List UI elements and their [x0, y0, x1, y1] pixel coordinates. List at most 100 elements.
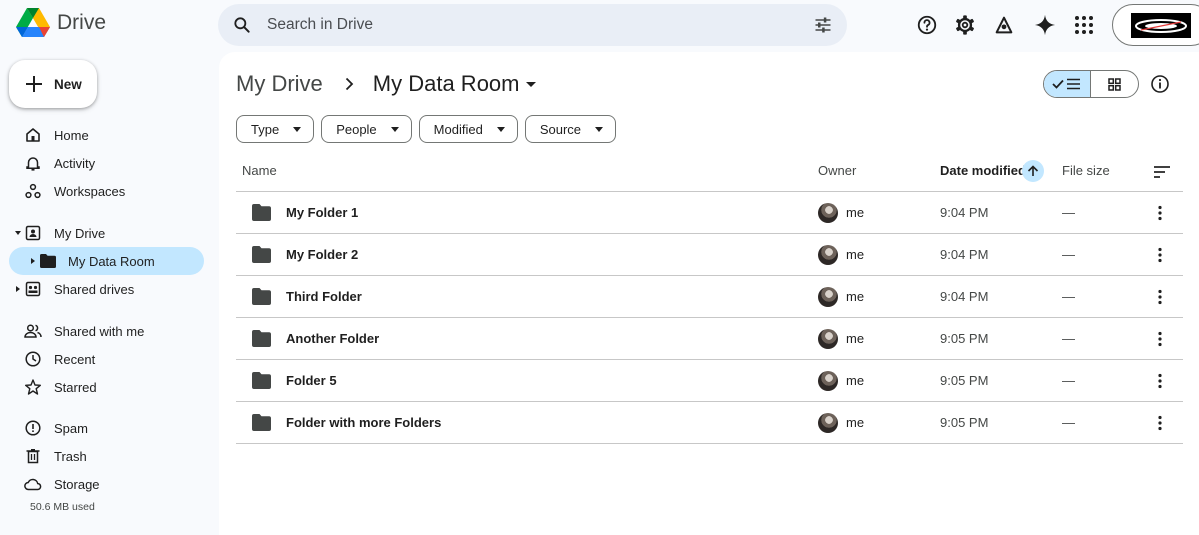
filter-label: Modified: [433, 121, 483, 137]
column-owner[interactable]: Owner: [818, 163, 856, 178]
cloud-icon: [24, 475, 42, 493]
gemini-icon[interactable]: [1033, 13, 1057, 37]
clock-icon: [24, 350, 42, 368]
sidebar-item-recent[interactable]: Recent: [9, 345, 204, 373]
spam-icon: [24, 419, 42, 437]
grid-view-icon: [1108, 77, 1121, 91]
grid-view-button[interactable]: [1091, 71, 1138, 97]
google-apps-icon[interactable]: [1072, 13, 1096, 37]
sidebar-item-label: Shared with me: [54, 323, 145, 339]
owner-name: me: [846, 373, 865, 388]
sidebar-item-label: Spam: [54, 420, 88, 436]
sidebar-item-label: Storage: [54, 476, 100, 492]
sidebar-item-spam[interactable]: Spam: [9, 414, 204, 442]
sidebar-item-my-drive[interactable]: My Drive: [9, 219, 204, 247]
storage-used-text: 50.6 MB used: [30, 501, 95, 513]
sidebar-item-shared-with-me[interactable]: Shared with me: [9, 317, 204, 345]
sidebar-item-label: My Data Room: [68, 253, 155, 269]
sidebar-item-activity[interactable]: Activity: [9, 149, 204, 177]
caret-right-icon[interactable]: [14, 285, 22, 293]
filter-modified[interactable]: Modified: [418, 115, 518, 143]
new-button[interactable]: New: [9, 60, 97, 108]
folder-name: Folder 5: [286, 373, 337, 388]
account-avatar: [1131, 13, 1191, 38]
my-drive-icon: [24, 224, 42, 242]
sidebar-item-home[interactable]: Home: [9, 121, 204, 149]
column-date-modified[interactable]: Date modified: [940, 163, 1026, 178]
sidebar-item-trash[interactable]: Trash: [9, 442, 204, 470]
sidebar-item-label: Trash: [54, 448, 87, 464]
filter-bar: Type People Modified Source: [236, 115, 623, 143]
apps-script-icon[interactable]: [992, 13, 1016, 37]
caret-down-icon[interactable]: [14, 229, 22, 237]
folder-name: Folder with more Folders: [286, 415, 442, 430]
folder-icon: [252, 372, 271, 389]
column-file-size[interactable]: File size: [1062, 163, 1110, 178]
breadcrumb: My Drive My Data Room: [236, 71, 536, 97]
table-row[interactable]: Folder 5 me 9:05 PM —: [236, 360, 1183, 402]
owner-avatar: [818, 287, 838, 307]
sort-direction-button[interactable]: [1022, 160, 1044, 182]
column-name[interactable]: Name: [242, 163, 277, 178]
app-name: Drive: [57, 11, 107, 34]
sidebar-item-label: My Drive: [54, 225, 106, 241]
account-button[interactable]: [1112, 4, 1199, 46]
more-actions-icon[interactable]: [1150, 413, 1170, 433]
filter-label: Type: [251, 121, 280, 137]
sidebar-item-workspaces[interactable]: Workspaces: [9, 177, 204, 205]
search-input[interactable]: [267, 4, 807, 46]
more-actions-icon[interactable]: [1150, 203, 1170, 223]
list-view-icon: [1052, 78, 1080, 90]
breadcrumb-current[interactable]: My Data Room: [373, 71, 536, 97]
more-actions-icon[interactable]: [1150, 287, 1170, 307]
sidebar-item-shared-drives[interactable]: Shared drives: [9, 275, 204, 303]
info-icon[interactable]: [1150, 74, 1170, 94]
list-view-button[interactable]: [1044, 71, 1092, 97]
new-button-label: New: [54, 76, 82, 92]
search-options-icon[interactable]: [813, 15, 833, 35]
owner-avatar: [818, 245, 838, 265]
date-modified: 9:04 PM: [940, 247, 989, 262]
bell-icon: [24, 154, 42, 172]
file-size: —: [1062, 331, 1075, 346]
table-row[interactable]: Another Folder me 9:05 PM —: [236, 318, 1183, 360]
owner-name: me: [846, 331, 865, 346]
file-size: —: [1062, 247, 1075, 262]
search-icon[interactable]: [232, 15, 252, 35]
sidebar-item-storage[interactable]: Storage: [9, 470, 204, 498]
workspaces-icon: [24, 182, 42, 200]
folder-name: Third Folder: [286, 289, 362, 304]
owner-avatar: [818, 413, 838, 433]
filter-type[interactable]: Type: [236, 115, 315, 143]
filter-label: Source: [539, 121, 582, 137]
filter-label: People: [336, 121, 377, 137]
more-actions-icon[interactable]: [1150, 329, 1170, 349]
breadcrumb-parent[interactable]: My Drive: [236, 71, 323, 97]
more-actions-icon[interactable]: [1150, 371, 1170, 391]
sidebar-item-label: Home: [54, 127, 89, 143]
sidebar-item-starred[interactable]: Starred: [9, 373, 204, 401]
star-icon: [24, 378, 42, 396]
caret-right-icon[interactable]: [29, 257, 37, 265]
sidebar-item-my-data-room[interactable]: My Data Room: [9, 247, 204, 275]
filter-people[interactable]: People: [321, 115, 412, 143]
folder-name: My Folder 2: [286, 247, 359, 262]
sort-options-icon[interactable]: [1152, 162, 1172, 182]
caret-down-icon: [390, 126, 399, 132]
drive-logo[interactable]: Drive: [16, 8, 106, 38]
table-header: Name Owner Date modified File size: [236, 152, 1183, 192]
table-row[interactable]: My Folder 1 me 9:04 PM —: [236, 192, 1183, 234]
folder-icon: [252, 414, 271, 431]
help-icon[interactable]: [915, 13, 939, 37]
table-row[interactable]: My Folder 2 me 9:04 PM —: [236, 234, 1183, 276]
settings-icon[interactable]: [953, 13, 977, 37]
filter-source[interactable]: Source: [524, 115, 617, 143]
more-actions-icon[interactable]: [1150, 245, 1170, 265]
home-icon: [24, 126, 42, 144]
plus-icon: [26, 76, 42, 92]
owner-avatar: [818, 329, 838, 349]
date-modified: 9:05 PM: [940, 373, 989, 388]
drive-logo-icon: [16, 8, 50, 37]
table-row[interactable]: Folder with more Folders me 9:05 PM —: [236, 402, 1183, 444]
table-row[interactable]: Third Folder me 9:04 PM —: [236, 276, 1183, 318]
